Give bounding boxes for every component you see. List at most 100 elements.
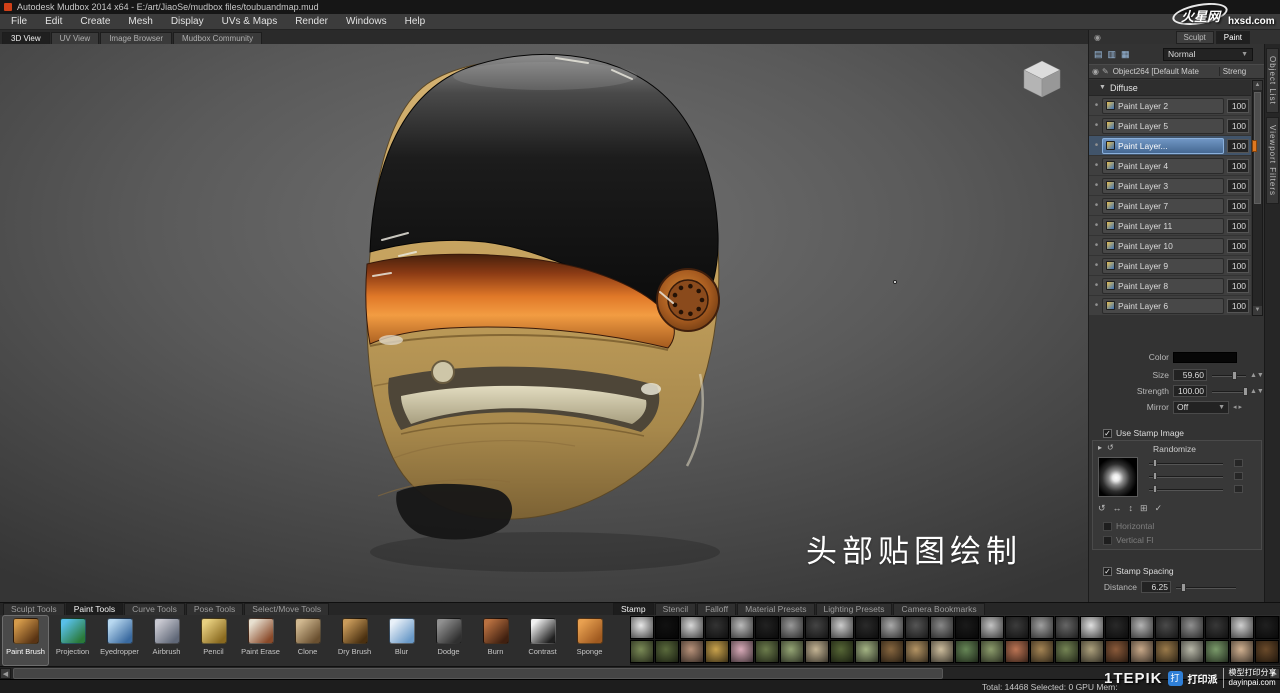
tool-eyedropper[interactable]: Eyedropper <box>96 615 143 666</box>
menu-create[interactable]: Create <box>71 14 119 29</box>
title-bar[interactable]: Autodesk Mudbox 2014 x64 - E:/art/JiaoSe… <box>0 0 1280 14</box>
stamp-thumbnail[interactable] <box>680 616 704 639</box>
layer-visibility-dot[interactable]: • <box>1091 280 1102 291</box>
tray-tab-sculpt-tools[interactable]: Sculpt Tools <box>3 603 65 615</box>
layer-visibility-dot[interactable]: • <box>1091 200 1102 211</box>
tray-tab-curve-tools[interactable]: Curve Tools <box>124 603 185 615</box>
layer-row-paint-layer-8[interactable]: •Paint Layer 8100 <box>1089 276 1251 296</box>
flip-vertical-icon[interactable]: ↕ <box>1129 503 1134 513</box>
preset-tab-stamp[interactable]: Stamp <box>613 603 654 615</box>
tab-sculpt[interactable]: Sculpt <box>1176 31 1214 44</box>
layer-group-icon[interactable]: ▥ <box>1108 49 1117 60</box>
stamp-thumbnail[interactable] <box>905 616 929 639</box>
tool-dodge[interactable]: Dodge <box>425 615 472 666</box>
stamp-thumbnail[interactable] <box>1255 616 1279 639</box>
tool-paint-erase[interactable]: Paint Erase <box>237 615 284 666</box>
stamp-thumbnail[interactable] <box>1055 640 1079 663</box>
randomize-slider-2[interactable] <box>1149 472 1249 480</box>
stamp-thumbnail[interactable] <box>980 640 1004 663</box>
stamp-thumbnail[interactable] <box>805 616 829 639</box>
vertical-checkbox[interactable]: Vertical Fl <box>1103 535 1153 545</box>
tool-paint-brush[interactable]: Paint Brush <box>2 615 49 666</box>
slider-value-box[interactable] <box>1234 459 1243 467</box>
stamp-spacing-checkbox[interactable]: ✓ Stamp Spacing <box>1103 566 1174 576</box>
stamp-thumbnail[interactable] <box>930 616 954 639</box>
rotate-icon[interactable]: ↺ <box>1098 503 1106 513</box>
menu-uvs-maps[interactable]: UVs & Maps <box>213 14 287 29</box>
stamp-thumbnail[interactable] <box>755 616 779 639</box>
new-layer-icon[interactable]: ▤ <box>1094 49 1103 60</box>
mirror-select[interactable]: Off ▼ <box>1173 401 1229 414</box>
scroll-down-icon[interactable]: ▼ <box>1253 306 1262 315</box>
layer-row-paint-layer-9[interactable]: •Paint Layer 9100 <box>1089 256 1251 276</box>
stamp-thumbnail[interactable] <box>955 640 979 663</box>
layer-strength-value[interactable]: 100 <box>1227 219 1249 233</box>
layer-visibility-dot[interactable]: • <box>1091 260 1102 271</box>
layer-strength-value[interactable]: 100 <box>1227 179 1249 193</box>
stamp-thumbnail[interactable] <box>1155 640 1179 663</box>
distance-value[interactable]: 6.25 <box>1141 581 1171 593</box>
stamp-preview[interactable] <box>1098 457 1138 497</box>
view-tab-image-browser[interactable]: Image Browser <box>100 32 172 44</box>
menu-render[interactable]: Render <box>286 14 337 29</box>
stamp-thumbnail[interactable] <box>830 640 854 663</box>
stamp-thumbnail[interactable] <box>830 616 854 639</box>
preset-tab-stencil[interactable]: Stencil <box>655 603 697 615</box>
strength-slider[interactable] <box>1212 386 1246 396</box>
blend-mode-select[interactable]: Normal ▼ <box>1163 48 1253 61</box>
layer-row-paint-layer-3[interactable]: •Paint Layer 3100 <box>1089 176 1251 196</box>
size-value[interactable]: 59.60 <box>1173 369 1207 381</box>
stamp-thumbnail[interactable] <box>1080 616 1104 639</box>
use-stamp-checkbox[interactable]: ✓ Use Stamp Image <box>1103 428 1184 438</box>
slider-thumb[interactable] <box>1153 485 1157 493</box>
stamp-thumbnail[interactable] <box>1105 640 1129 663</box>
size-slider[interactable] <box>1212 370 1246 380</box>
tool-contrast[interactable]: Contrast <box>519 615 566 666</box>
stamp-thumbnail[interactable] <box>1055 616 1079 639</box>
stamp-thumbnail[interactable] <box>805 640 829 663</box>
distance-slider[interactable] <box>1176 582 1236 592</box>
stamp-thumbnail[interactable] <box>1255 640 1279 663</box>
view-cube[interactable] <box>1020 56 1064 104</box>
stamp-thumbnail[interactable] <box>905 640 929 663</box>
stamp-thumbnail[interactable] <box>880 616 904 639</box>
view-tab-uv-view[interactable]: UV View <box>51 32 100 44</box>
stamp-thumbnail[interactable] <box>1205 640 1229 663</box>
slider-value-box[interactable] <box>1234 472 1243 480</box>
layer-row-paint-layer-6[interactable]: •Paint Layer 6100 <box>1089 296 1251 316</box>
tool-projection[interactable]: Projection <box>49 615 96 666</box>
stamp-thumbnail[interactable] <box>630 616 654 639</box>
slider-value-box[interactable] <box>1234 485 1243 493</box>
layer-strength-value[interactable]: 100 <box>1227 299 1249 313</box>
mirror-arrows-icon[interactable]: ◂ ▸ <box>1233 403 1242 411</box>
scroll-left-icon[interactable]: ◀ <box>0 668 11 679</box>
tray-tab-pose-tools[interactable]: Pose Tools <box>186 603 243 615</box>
layer-row-paint-layer-10[interactable]: •Paint Layer 10100 <box>1089 236 1251 256</box>
slider-thumb[interactable] <box>1243 387 1248 396</box>
scroll-up-icon[interactable]: ▲ <box>1253 81 1262 90</box>
layers-scrollbar[interactable]: ▲ ▼ <box>1252 80 1263 316</box>
stamp-thumbnail[interactable] <box>955 616 979 639</box>
stamp-thumbnail[interactable] <box>705 616 729 639</box>
stamp-thumbnail[interactable] <box>680 640 704 663</box>
strength-stepper-icon[interactable]: ▲▼ <box>1250 388 1264 395</box>
apply-icon[interactable]: ✓ <box>1155 503 1163 513</box>
flip-horizontal-icon[interactable]: ↔ <box>1113 503 1122 513</box>
tool-burn[interactable]: Burn <box>472 615 519 666</box>
tab-paint[interactable]: Paint <box>1216 31 1250 44</box>
randomize-slider-1[interactable] <box>1149 459 1249 467</box>
layer-visibility-dot[interactable]: • <box>1091 140 1102 151</box>
view-tab-3d-view[interactable]: 3D View <box>2 32 50 44</box>
panel-menu-icon[interactable]: ◉ <box>1094 33 1101 42</box>
tool-blur[interactable]: Blur <box>378 615 425 666</box>
stamp-thumbnail[interactable] <box>855 640 879 663</box>
layer-strength-value[interactable]: 100 <box>1227 99 1249 113</box>
layer-strength-value[interactable]: 100 <box>1227 239 1249 253</box>
stamp-thumbnail[interactable] <box>1080 640 1104 663</box>
stamp-thumbnail[interactable] <box>930 640 954 663</box>
layer-row-paint-layer-5[interactable]: •Paint Layer 5100 <box>1089 116 1251 136</box>
preset-tab-lighting-presets[interactable]: Lighting Presets <box>816 603 893 615</box>
stamp-thumbnail[interactable] <box>1205 616 1229 639</box>
stamp-thumbnail[interactable] <box>1030 616 1054 639</box>
stamp-thumbnail[interactable] <box>1030 640 1054 663</box>
